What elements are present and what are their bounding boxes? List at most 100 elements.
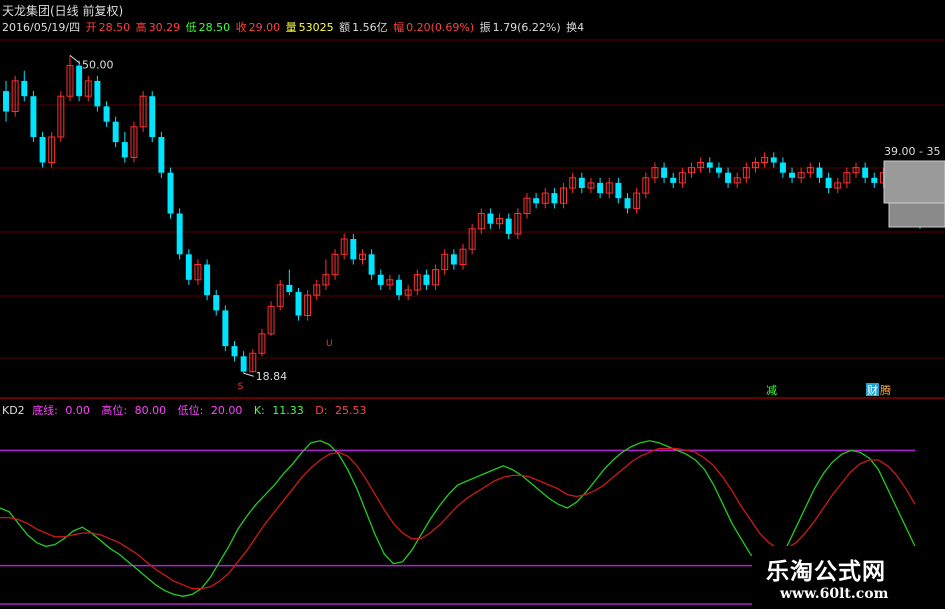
legend-bottom-line: 底线: 0.00 xyxy=(32,404,94,417)
legend-d: D: 25.53 xyxy=(315,404,370,417)
legend-low-level: 低位: 20.00 xyxy=(178,404,247,417)
legend-d-label: D: xyxy=(315,404,328,417)
candle-body-24 xyxy=(222,310,229,347)
candle-body-20 xyxy=(185,254,192,280)
candle-body-10 xyxy=(94,80,101,107)
legend-k-value: 11.33 xyxy=(272,404,304,417)
amplitude-key: 振 xyxy=(479,21,491,34)
legend-d-value: 25.53 xyxy=(334,404,367,417)
tag-jian: 减 xyxy=(766,384,777,397)
grey-box-upper xyxy=(883,160,945,204)
candle-body-84 xyxy=(770,157,777,163)
close-key: 收 xyxy=(235,21,247,34)
watermark-url: www.60lt.com xyxy=(780,586,889,602)
grey-box-lower xyxy=(888,202,945,228)
change-key: 幅 xyxy=(393,21,405,34)
candle-body-49 xyxy=(450,254,457,265)
candle-body-86 xyxy=(789,172,796,178)
candle-body-3 xyxy=(30,96,37,137)
candle-body-31 xyxy=(286,284,293,293)
candle-body-89 xyxy=(816,167,823,178)
legend-high-label: 高位: xyxy=(101,404,128,417)
candle-body-60 xyxy=(551,193,558,204)
candle-body-26 xyxy=(240,356,247,372)
legend-high-value: 80.00 xyxy=(134,404,167,417)
high-value: 30.29 xyxy=(148,21,181,34)
max-arrow xyxy=(69,55,81,64)
candle-body-38 xyxy=(350,239,357,260)
candle-body-32 xyxy=(295,292,302,316)
candle-body-65 xyxy=(597,182,604,194)
open-key: 开 xyxy=(85,21,97,34)
candle-body-23 xyxy=(213,295,220,311)
volume-value: 53025 xyxy=(298,21,334,34)
candle-body-4 xyxy=(39,137,46,163)
legend-k: K: 11.33 xyxy=(254,404,308,417)
candle-body-72 xyxy=(661,167,668,178)
candle-body-2 xyxy=(21,80,28,97)
candle-body-63 xyxy=(578,177,585,188)
min-arrow xyxy=(243,372,254,377)
candle-body-17 xyxy=(158,137,165,173)
candle-body-18 xyxy=(167,172,174,214)
max-label: 50.00 xyxy=(82,58,114,71)
legend-k-label: K: xyxy=(253,404,265,417)
close-value: 29.00 xyxy=(248,21,281,34)
tag-s: S xyxy=(238,382,244,392)
candle-body-0 xyxy=(3,91,9,112)
amount-value: 1.56亿 xyxy=(352,21,388,34)
candle-body-41 xyxy=(377,274,384,285)
legend-high-level: 高位: 80.00 xyxy=(101,404,170,417)
candle-body-12 xyxy=(112,121,119,143)
low-value: 28.50 xyxy=(198,21,231,34)
candle-body-67 xyxy=(615,182,622,199)
candle-body-53 xyxy=(487,213,494,224)
candle-body-25 xyxy=(231,346,238,357)
watermark-name: 乐淘公式网 xyxy=(766,559,886,585)
candle-body-46 xyxy=(423,274,430,285)
candle-body-79 xyxy=(725,172,732,183)
right-price-label: 39.00 - 35 xyxy=(884,145,940,158)
legend-bottom-label: 底线: xyxy=(32,404,58,417)
tag-caibao: 财 xyxy=(867,383,878,397)
date-label: 2016/05/19/四 xyxy=(2,21,81,34)
tag-teng: 腾 xyxy=(880,383,891,397)
candle-body-43 xyxy=(396,279,402,296)
candle-body-78 xyxy=(715,167,722,173)
grid-lines xyxy=(0,39,945,399)
candle-body-95 xyxy=(871,177,878,183)
candlestick-series xyxy=(3,55,923,374)
amount-key: 额 xyxy=(339,21,351,34)
open-value: 28.50 xyxy=(98,21,131,34)
indicator-name: KD2 xyxy=(2,404,25,417)
candle-body-16 xyxy=(149,96,156,137)
candle-body-73 xyxy=(670,177,677,183)
volume-key: 量 xyxy=(285,21,297,34)
min-label: 18.84 xyxy=(256,370,288,383)
low-key: 低 xyxy=(185,21,197,34)
tag-u: U xyxy=(326,339,333,349)
candle-body-77 xyxy=(706,162,713,168)
candle-body-13 xyxy=(121,142,128,158)
candle-body-22 xyxy=(204,264,211,296)
legend-low-value: 20.00 xyxy=(210,404,243,417)
candle-body-90 xyxy=(825,177,832,188)
candle-body-58 xyxy=(533,198,540,204)
chart-canvas: 50.00 18.84 S U 减 财腾 39.00 - 35 xyxy=(0,39,945,605)
turnover-key: 换4 xyxy=(566,21,585,34)
watermark-box: 乐淘公式网 www.60lt.com xyxy=(752,546,945,609)
stock-title: 天龙集团(日线 前复权) xyxy=(2,4,124,18)
candle-body-11 xyxy=(103,106,110,122)
ohlc-info-bar: 2016/05/19/四 开 28.50 高 30.29 低 28.50 收 29.00… xyxy=(2,19,586,35)
candle-body-19 xyxy=(176,213,183,255)
candle-body-68 xyxy=(624,198,631,209)
chart-title: 天龙集团(日线 前复权) xyxy=(2,2,123,19)
change-value: 0.20(0.69%) xyxy=(406,21,475,34)
candle-body-85 xyxy=(779,162,786,173)
indicator-legend: KD2 底线: 0.00 高位: 80.00 低位: 20.00 K: 11.3… xyxy=(2,402,374,418)
amplitude-value: 1.79(6.22%) xyxy=(492,21,561,34)
candle-body-55 xyxy=(505,218,512,234)
candle-body-40 xyxy=(368,254,375,275)
candle-body-94 xyxy=(862,167,869,178)
high-key: 高 xyxy=(135,21,147,34)
